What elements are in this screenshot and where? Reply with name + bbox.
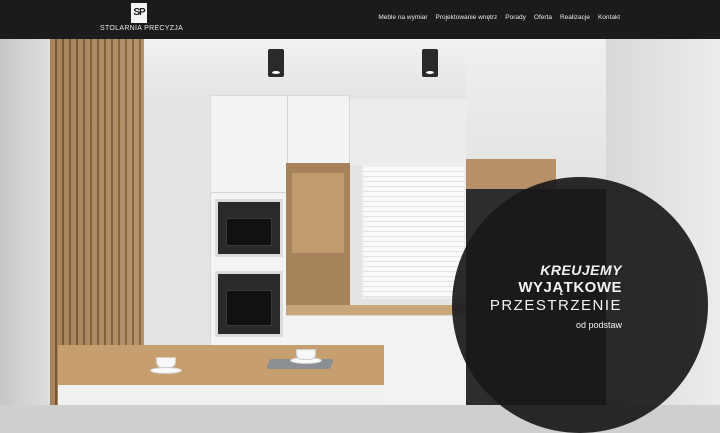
hero-line-1: KREUJEMY [540, 262, 622, 278]
oven-glass [226, 218, 272, 246]
cup-saucer [150, 367, 182, 374]
hero-line-3: PRZESTRZENIE [489, 297, 622, 314]
oven-upper [215, 199, 283, 257]
coffee-cup [156, 357, 176, 368]
nav-oferta[interactable]: Oferta [534, 14, 552, 21]
nav-meble-na-wymiar[interactable]: Meble na wymiar [378, 14, 427, 21]
logo-mark: SP [131, 3, 147, 23]
back-countertop [286, 305, 466, 315]
island-front [58, 385, 384, 405]
logo-text: STOLARNIA PRECYZJA [100, 25, 184, 32]
window-blinds [362, 165, 466, 299]
hero-line-4: od podstaw [575, 320, 622, 330]
window-header [350, 99, 466, 165]
nav-kontakt[interactable]: Kontakt [598, 14, 620, 21]
ceiling-spotlight [422, 49, 438, 77]
ceiling-spotlight [268, 49, 284, 77]
header-bar: SP STOLARNIA PRECYZJA Meble na wymiar Pr… [0, 0, 720, 39]
nav-porady[interactable]: Porady [505, 14, 526, 21]
wood-shelf [292, 173, 344, 253]
island-countertop [58, 345, 384, 385]
oven-glass [226, 290, 272, 326]
hero-line-2: WYJĄTKOWE [518, 279, 622, 296]
nav-projektowanie-wnetrz[interactable]: Projektowanie wnętrz [436, 14, 498, 21]
kitchen-left-wall [0, 39, 50, 405]
nav-realizacje[interactable]: Realizacje [560, 14, 590, 21]
main-nav: Meble na wymiar Projektowanie wnętrz Por… [378, 0, 620, 35]
coffee-cup [296, 349, 316, 360]
oven-lower [215, 271, 283, 337]
wood-niche [286, 163, 350, 313]
hero-headline: KREUJEMY WYJĄTKOWE PRZESTRZENIE od podst… [490, 262, 622, 330]
site-logo[interactable]: SP STOLARNIA PRECYZJA [100, 3, 184, 35]
